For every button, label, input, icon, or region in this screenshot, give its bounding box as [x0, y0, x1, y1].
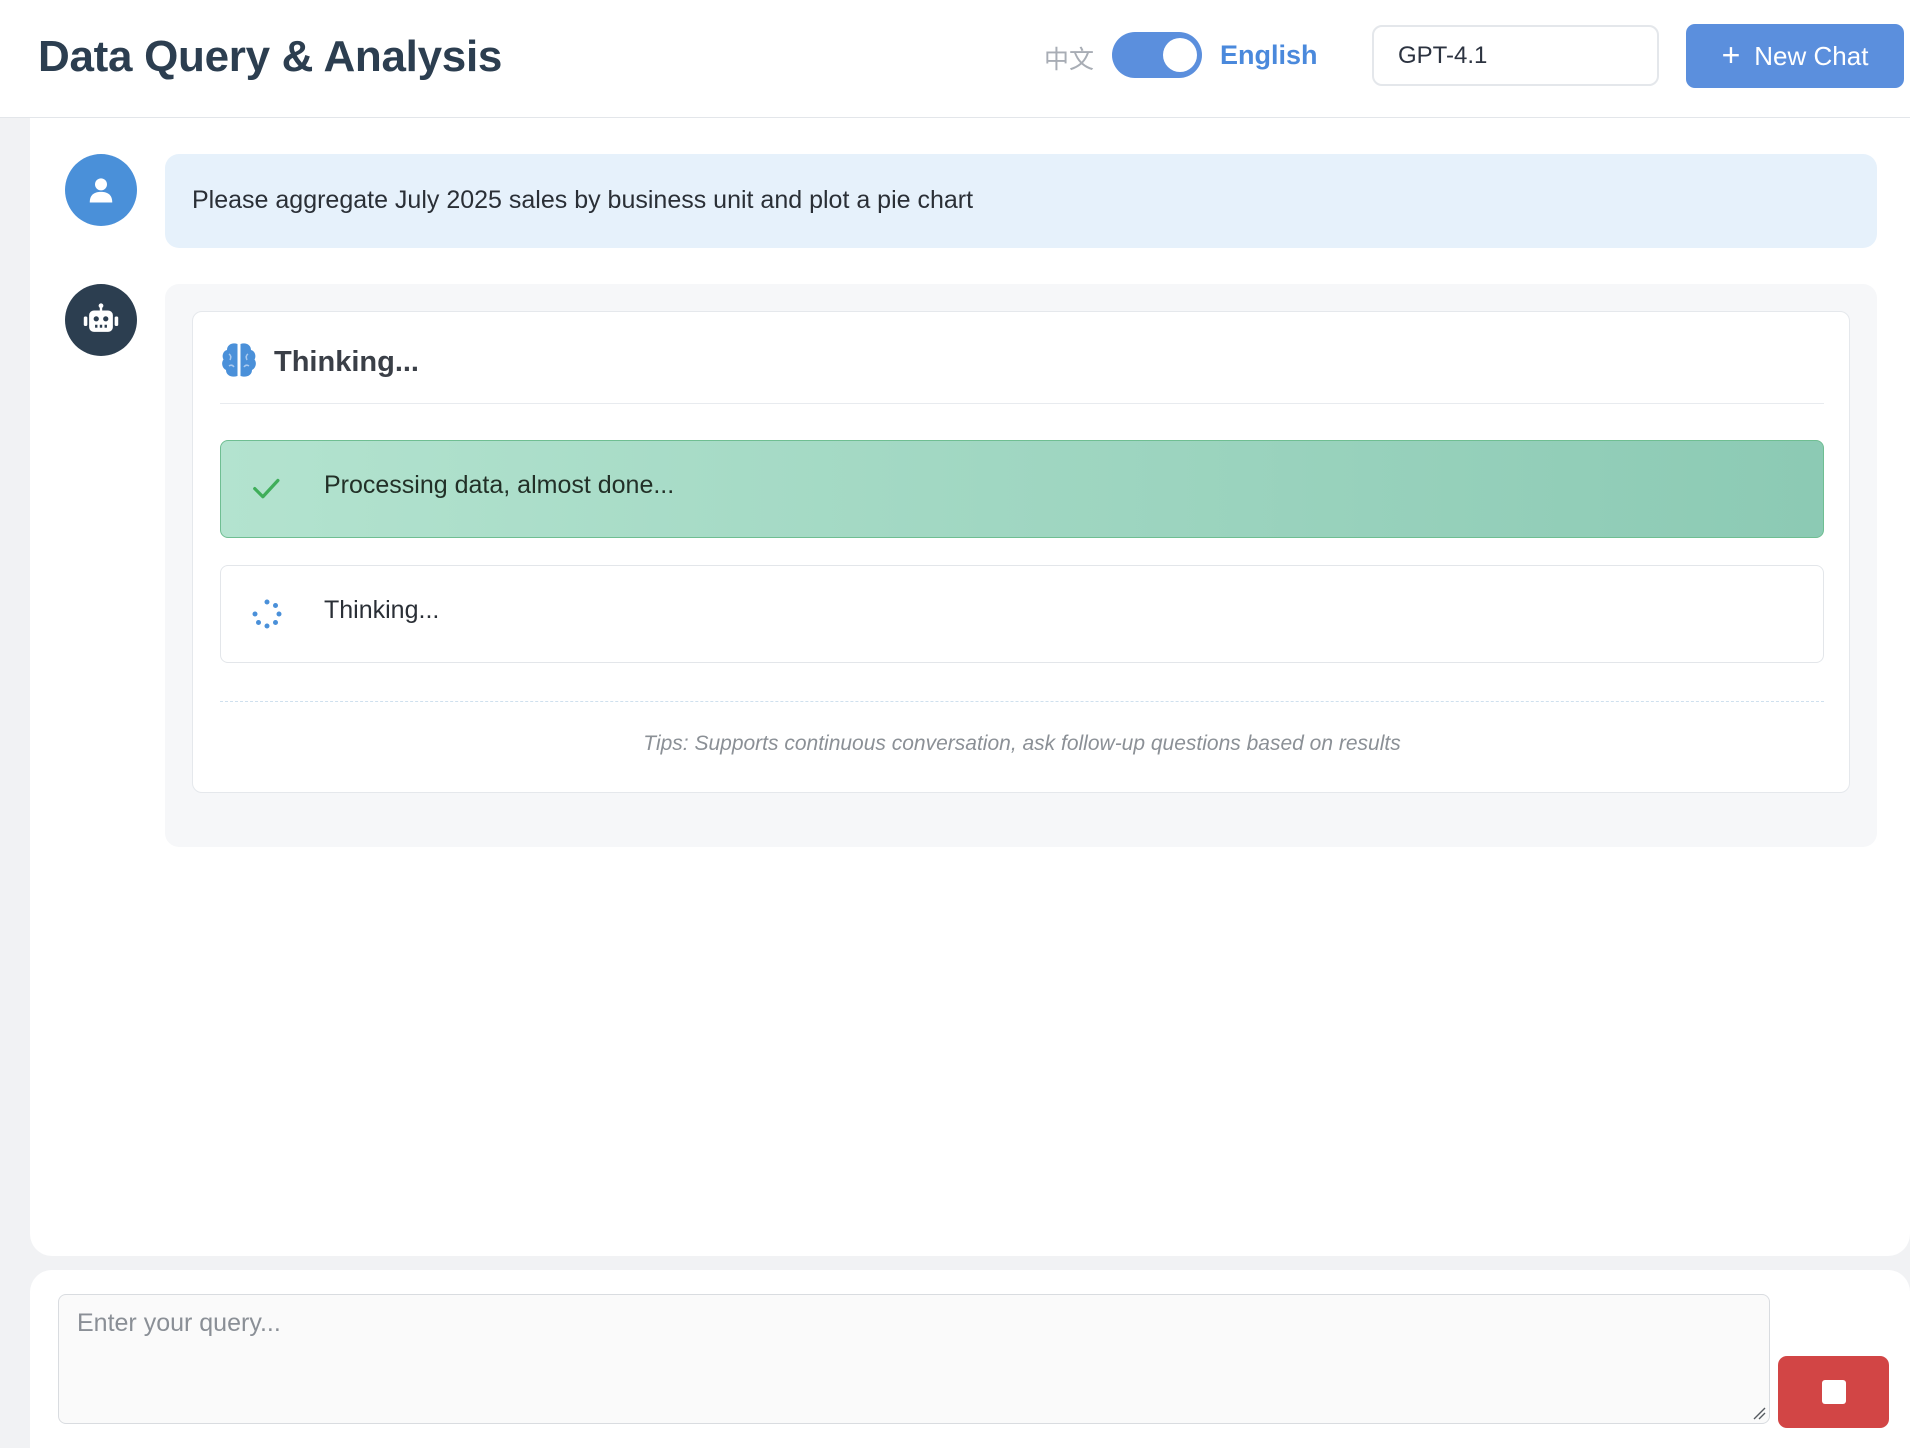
- query-input[interactable]: [58, 1294, 1770, 1424]
- language-option-chinese[interactable]: 中文: [1044, 40, 1094, 76]
- check-icon: [253, 478, 280, 499]
- resize-handle-icon[interactable]: [1752, 1406, 1766, 1420]
- chat-panel: Please aggregate July 2025 sales by busi…: [30, 118, 1910, 1256]
- language-toggle[interactable]: [1112, 32, 1202, 78]
- step-label: Thinking...: [324, 596, 440, 624]
- new-chat-label: New Chat: [1754, 40, 1869, 71]
- tips-divider: [220, 701, 1824, 702]
- model-select[interactable]: GPT-4.1: [1372, 25, 1659, 86]
- step-label: Processing data, almost done...: [324, 471, 675, 499]
- step-in-progress: Thinking...: [220, 565, 1824, 663]
- thinking-header: Thinking...: [220, 340, 1824, 404]
- stop-button[interactable]: [1778, 1356, 1889, 1428]
- brain-icon: [222, 343, 256, 377]
- assistant-avatar: [65, 284, 137, 356]
- input-panel: [30, 1270, 1910, 1448]
- new-chat-button[interactable]: + New Chat: [1686, 24, 1904, 88]
- spinner-icon: [252, 599, 282, 629]
- app-header: Data Query & Analysis 中文 English GPT-4.1…: [0, 0, 1910, 118]
- thinking-card: Thinking... Processing data, almost done…: [192, 311, 1850, 793]
- user-avatar: [65, 154, 137, 226]
- app-title: Data Query & Analysis: [38, 32, 503, 81]
- language-option-english[interactable]: English: [1220, 40, 1318, 71]
- tips-text: Tips: Supports continuous conversation, …: [643, 732, 1401, 755]
- stop-icon: [1821, 1380, 1846, 1404]
- user-message: Please aggregate July 2025 sales by busi…: [165, 154, 1877, 248]
- user-icon: [89, 178, 113, 203]
- step-completed: Processing data, almost done...: [220, 440, 1824, 538]
- plus-icon: +: [1721, 36, 1741, 73]
- robot-icon: [83, 303, 119, 332]
- toggle-knob: [1163, 38, 1197, 72]
- thinking-title: Thinking...: [274, 346, 419, 378]
- assistant-message: Thinking... Processing data, almost done…: [165, 284, 1877, 847]
